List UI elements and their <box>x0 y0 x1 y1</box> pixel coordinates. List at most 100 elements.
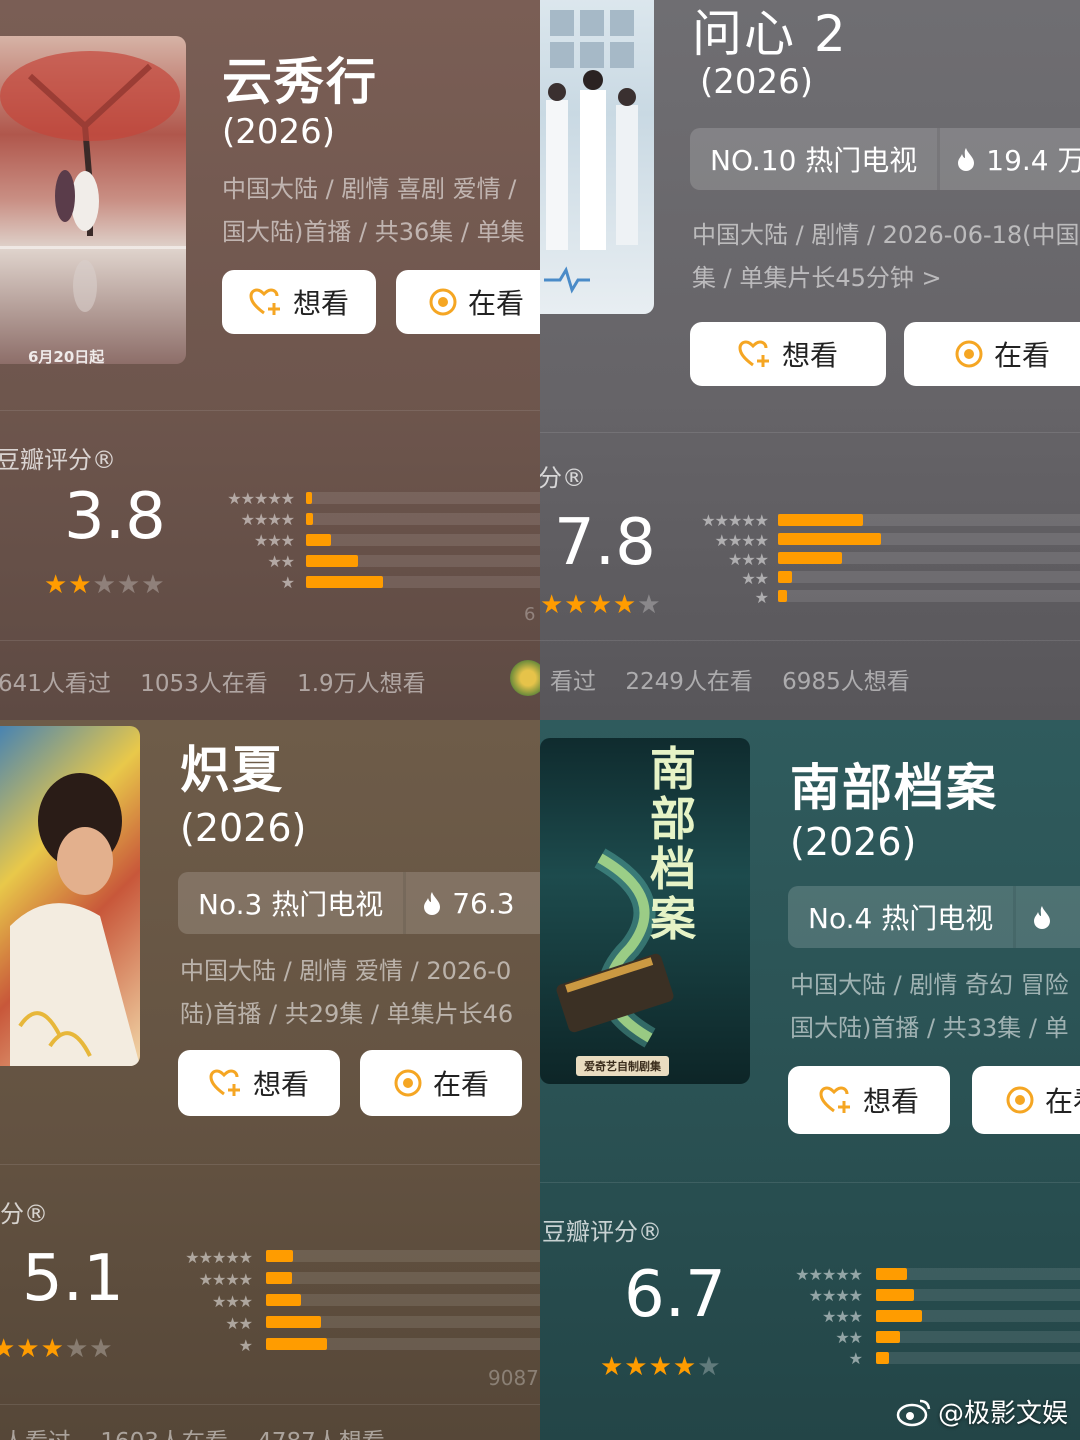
poster-art <box>0 51 186 312</box>
watching-label: 在看 <box>432 1068 489 1101</box>
watching-button[interactable]: 在看 <box>360 1050 522 1116</box>
meta-line: 中国大陆 / 剧情 爱情 / 2026-0 <box>180 957 512 985</box>
heat-value <box>1016 904 1068 930</box>
poster-art <box>544 10 638 294</box>
divider <box>0 410 540 411</box>
poster-image[interactable] <box>540 0 654 314</box>
rating-bar-2star <box>306 555 358 567</box>
watching-button[interactable]: 在看 <box>396 270 540 334</box>
show-card-chixia: 炽夏 (2026) No.3 热门电视 76.3 中国大陆 / 剧情 爱情 / … <box>0 720 540 1440</box>
rating-bar-4star <box>266 1272 292 1284</box>
rank-badge[interactable]: No.3 热门电视 76.3 <box>178 872 540 934</box>
heat-number: 76.3 <box>452 886 515 920</box>
divider <box>0 1404 540 1405</box>
want-to-watch-button[interactable]: 想看 <box>690 322 886 386</box>
want-to-watch-button[interactable]: 想看 <box>788 1066 950 1134</box>
rating-label: 分® <box>540 464 586 492</box>
star-row-4: ★★★★ <box>198 1270 253 1289</box>
heat-number: 19.4 万 <box>986 144 1080 177</box>
heat-value: 76.3 <box>406 887 530 920</box>
rank-label: No.3 热门电视 <box>178 872 407 934</box>
rank-label: NO.10 热门电视 <box>690 128 941 190</box>
poster-caption: 爱奇艺自制剧集 <box>576 1056 669 1076</box>
watching-count: 1053人在看 <box>140 671 268 697</box>
rank-label: No.4 热门电视 <box>788 886 1017 948</box>
want-label: 想看 <box>781 339 838 372</box>
rating-stars: ★★★★★ <box>44 570 166 600</box>
rating-count: 9087 <box>488 1366 539 1390</box>
rating-bar-2star <box>778 571 792 583</box>
rank-badge[interactable]: No.4 热门电视 <box>788 886 1080 948</box>
poster-art <box>556 848 674 1048</box>
rating-bar-5star <box>778 514 863 526</box>
poster-art <box>10 773 140 1066</box>
poster-title: 南部档案 <box>650 742 696 946</box>
star-row-5: ★★★★★ <box>227 489 295 508</box>
poster-image[interactable] <box>0 726 140 1066</box>
rating-bar-2star <box>266 1316 321 1328</box>
show-meta[interactable]: 中国大陆 / 剧情 喜剧 爱情 / 国大陆)首播 / 共36集 / 单集 <box>222 168 525 254</box>
rating-bar-3star <box>876 1310 922 1322</box>
rating-bar-5star <box>876 1268 907 1280</box>
watching-count: 1603人在看 <box>100 1429 228 1440</box>
target-icon <box>1006 1086 1034 1114</box>
star-row-2: ★★ <box>225 1314 253 1333</box>
show-title: 云秀行 <box>222 53 378 111</box>
weibo-watermark: @极影文娱 <box>896 1393 1068 1430</box>
watching-count: 2249人在看 <box>625 669 753 695</box>
divider <box>540 1182 1080 1183</box>
rating-bar-4star <box>876 1289 914 1301</box>
rating-stars: ★★★★★ <box>0 1334 114 1364</box>
show-title: 炽夏 <box>180 741 284 799</box>
want-count: 4787人想看 <box>257 1429 385 1440</box>
meta-line: 中国大陆 / 剧情 喜剧 爱情 / <box>222 175 517 203</box>
target-icon <box>394 1069 422 1097</box>
star-row-5: ★★★★★ <box>795 1265 863 1284</box>
audience-stats: 看过 2249人在看 6985人想看 <box>550 662 932 696</box>
rating-score: 3.8 <box>64 480 166 554</box>
heart-plus-icon <box>209 1069 240 1096</box>
show-card-wenxin2: 问心 2 (2026) NO.10 热门电视 19.4 万 中国大陆 / 剧情 … <box>540 0 1080 720</box>
rating-bar-1star <box>778 590 787 602</box>
want-to-watch-button[interactable]: 想看 <box>178 1050 340 1116</box>
rating-score: 6.7 <box>624 1258 726 1332</box>
star-row-1: ★ <box>238 1336 253 1355</box>
divider <box>0 640 540 641</box>
rating-bar-1star <box>876 1352 889 1364</box>
watching-label: 在看 <box>1044 1085 1080 1118</box>
poster-image[interactable]: 南部档案 爱奇艺自制剧集 <box>540 738 750 1084</box>
star-row-1: ★ <box>848 1349 863 1368</box>
watched-count: 人看过 <box>2 1429 71 1440</box>
show-meta[interactable]: 中国大陆 / 剧情 / 2026-06-18(中国 集 / 单集片长45分钟 > <box>692 214 1080 300</box>
rank-badge[interactable]: NO.10 热门电视 19.4 万 <box>690 128 1080 190</box>
show-meta[interactable]: 中国大陆 / 剧情 奇幻 冒险 国大陆)首播 / 共33集 / 单 <box>790 964 1069 1050</box>
show-card-nanbudangan: 南部档案 爱奇艺自制剧集 南部档案 (2026) No.4 热门电视 中国大陆 … <box>540 720 1080 1440</box>
rating-stars: ★★★★★ <box>600 1352 722 1382</box>
flame-icon <box>958 148 975 171</box>
rating-bar-4star <box>306 513 313 525</box>
want-count: 6985人想看 <box>782 669 910 695</box>
watching-label: 在看 <box>467 287 524 320</box>
avatar[interactable] <box>510 660 540 696</box>
poster-image[interactable]: 6月20日起 <box>0 36 186 364</box>
heat-value: 19.4 万 <box>940 139 1080 179</box>
flame-icon <box>1034 906 1051 929</box>
watched-count: 641人看过 <box>0 671 111 697</box>
rating-bar-1star <box>266 1338 327 1350</box>
rating-bar-3star <box>266 1294 301 1306</box>
want-to-watch-button[interactable]: 想看 <box>222 270 376 334</box>
watching-button[interactable]: 在看 <box>904 322 1080 386</box>
star-row-2: ★★ <box>741 569 769 588</box>
star-row-2: ★★ <box>835 1328 863 1347</box>
rating-score: 7.8 <box>554 506 656 580</box>
rating-label: 评分® <box>0 1200 48 1228</box>
want-label: 想看 <box>862 1085 919 1118</box>
divider <box>0 1164 540 1165</box>
watching-button[interactable]: 在看 <box>972 1066 1080 1134</box>
target-icon <box>955 340 983 368</box>
show-year: (2026) <box>790 820 917 864</box>
rating-score: 5.1 <box>22 1242 124 1316</box>
show-meta[interactable]: 中国大陆 / 剧情 爱情 / 2026-0 陆)首播 / 共29集 / 单集片长… <box>180 950 513 1036</box>
rating-stars: ★★★★★ <box>540 590 662 620</box>
rating-bar-5star <box>306 492 312 504</box>
